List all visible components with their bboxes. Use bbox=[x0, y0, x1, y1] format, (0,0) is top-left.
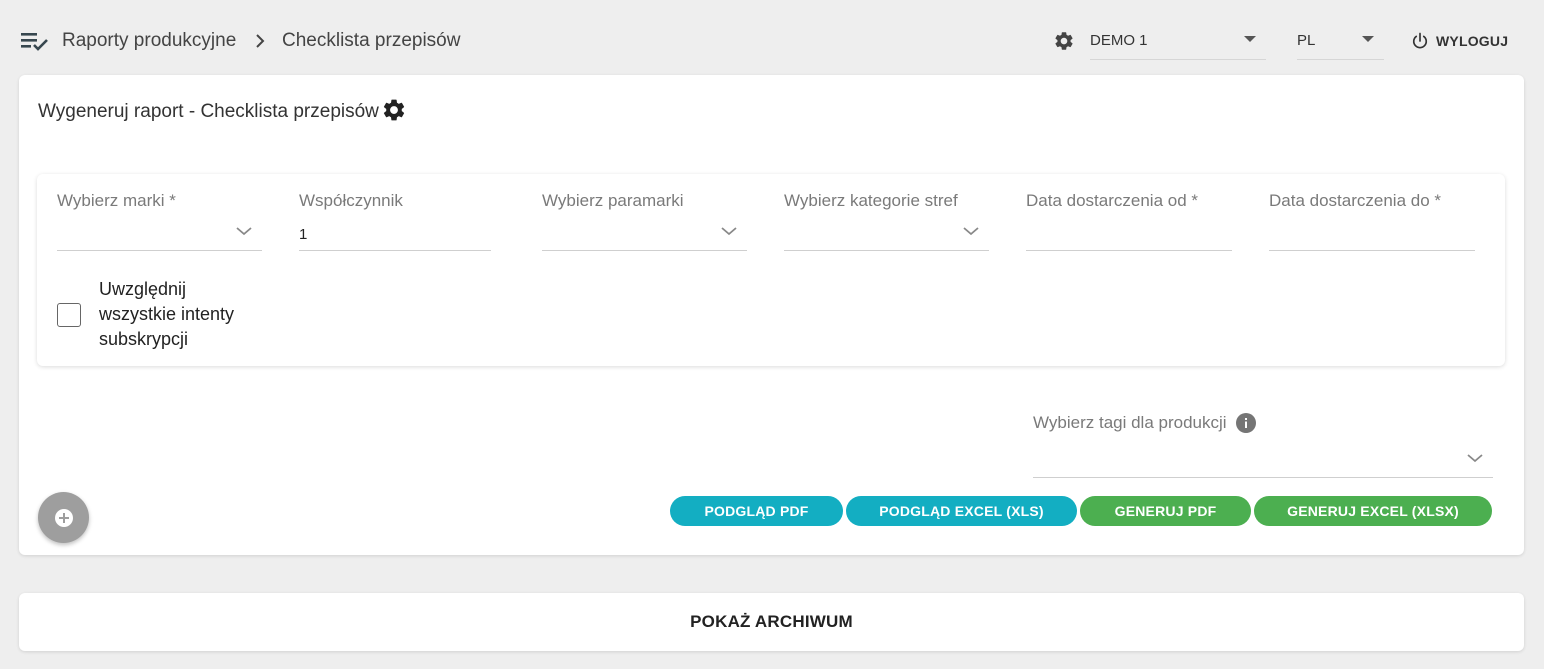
gear-icon[interactable] bbox=[381, 97, 407, 123]
zone-categories-label: Wybierz kategorie stref bbox=[784, 191, 958, 210]
delivery-to-label: Data dostarczenia do * bbox=[1269, 191, 1441, 210]
production-tags-label: Wybierz tagi dla produkcji bbox=[1033, 413, 1227, 432]
power-icon bbox=[1412, 32, 1428, 49]
generate-excel-button[interactable]: GENERUJ EXCEL (XLSX) bbox=[1254, 496, 1492, 526]
language-select-value: PL bbox=[1297, 32, 1316, 49]
breadcrumb-item-reports[interactable]: Raporty produkcyjne bbox=[62, 30, 236, 52]
gear-icon[interactable] bbox=[1053, 30, 1075, 52]
include-all-intents-row: Uwzględnij wszystkie intenty subskrypcji bbox=[57, 277, 249, 352]
chevron-down-icon bbox=[236, 227, 252, 236]
production-tags-underline bbox=[1033, 477, 1493, 478]
breadcrumb-item-current: Checklista przepisów bbox=[282, 30, 461, 51]
account-select-value: DEMO 1 bbox=[1090, 32, 1148, 49]
logout-button[interactable]: WYLOGUJ bbox=[1410, 30, 1508, 52]
caret-down-icon bbox=[1244, 36, 1256, 42]
info-icon[interactable] bbox=[1235, 413, 1256, 433]
logout-label: WYLOGUJ bbox=[1436, 33, 1509, 49]
parabrands-label: Wybierz paramarki bbox=[542, 191, 684, 210]
production-tags-label-row: Wybierz tagi dla produkcji bbox=[1033, 413, 1256, 433]
brands-underline bbox=[57, 250, 262, 251]
chevron-down-icon bbox=[963, 227, 979, 236]
coefficient-input[interactable]: Współczynnik 1 bbox=[299, 174, 491, 254]
parabrands-underline bbox=[542, 250, 747, 251]
include-all-intents-checkbox[interactable] bbox=[57, 302, 81, 327]
caret-down-icon bbox=[1362, 36, 1374, 42]
brands-select[interactable]: Wybierz marki * bbox=[57, 174, 262, 254]
generate-pdf-button[interactable]: GENERUJ PDF bbox=[1080, 496, 1251, 526]
report-card: Wygeneruj raport - Checklista przepisów … bbox=[19, 75, 1524, 555]
preview-excel-button[interactable]: PODGLĄD EXCEL (XLS) bbox=[846, 496, 1077, 526]
delivery-from-label: Data dostarczenia od * bbox=[1026, 191, 1198, 210]
delivery-from-input[interactable]: Data dostarczenia od * bbox=[1026, 174, 1232, 254]
include-all-intents-label: Uwzględnij wszystkie intenty subskrypcji bbox=[99, 279, 235, 349]
report-title-text: Wygeneruj raport - Checklista przepisów bbox=[38, 101, 379, 122]
production-tags-select[interactable]: Wybierz tagi dla produkcji bbox=[1033, 395, 1493, 479]
coefficient-label: Współczynnik bbox=[299, 191, 403, 210]
delivery-to-underline bbox=[1269, 250, 1475, 251]
add-button[interactable] bbox=[38, 492, 89, 543]
zone-categories-underline bbox=[784, 250, 989, 251]
brands-label: Wybierz marki * bbox=[57, 191, 176, 210]
top-bar: Raporty produkcyjne Checklista przepisów… bbox=[0, 0, 1544, 74]
filters-panel: Wybierz marki * Współczynnik 1 Wybierz p… bbox=[37, 174, 1505, 366]
add-circle-icon bbox=[54, 508, 73, 527]
language-select[interactable]: PL bbox=[1297, 22, 1384, 60]
report-title: Wygeneruj raport - Checklista przepisów bbox=[38, 99, 407, 123]
chevron-right-icon bbox=[256, 34, 265, 48]
chevron-down-icon bbox=[721, 227, 737, 236]
coefficient-value: 1 bbox=[299, 226, 308, 243]
playlist-check-icon[interactable] bbox=[20, 30, 48, 52]
parabrands-select[interactable]: Wybierz paramarki bbox=[542, 174, 747, 254]
delivery-to-input[interactable]: Data dostarczenia do * bbox=[1269, 174, 1475, 254]
account-select[interactable]: DEMO 1 bbox=[1090, 22, 1266, 60]
show-archive-label: POKAŻ ARCHIWUM bbox=[690, 612, 853, 631]
show-archive-button[interactable]: POKAŻ ARCHIWUM bbox=[19, 593, 1524, 651]
delivery-from-underline bbox=[1026, 250, 1232, 251]
preview-pdf-button[interactable]: PODGLĄD PDF bbox=[670, 496, 843, 526]
chevron-down-icon bbox=[1467, 454, 1483, 463]
coefficient-underline bbox=[299, 250, 491, 251]
zone-categories-select[interactable]: Wybierz kategorie stref bbox=[784, 174, 989, 254]
